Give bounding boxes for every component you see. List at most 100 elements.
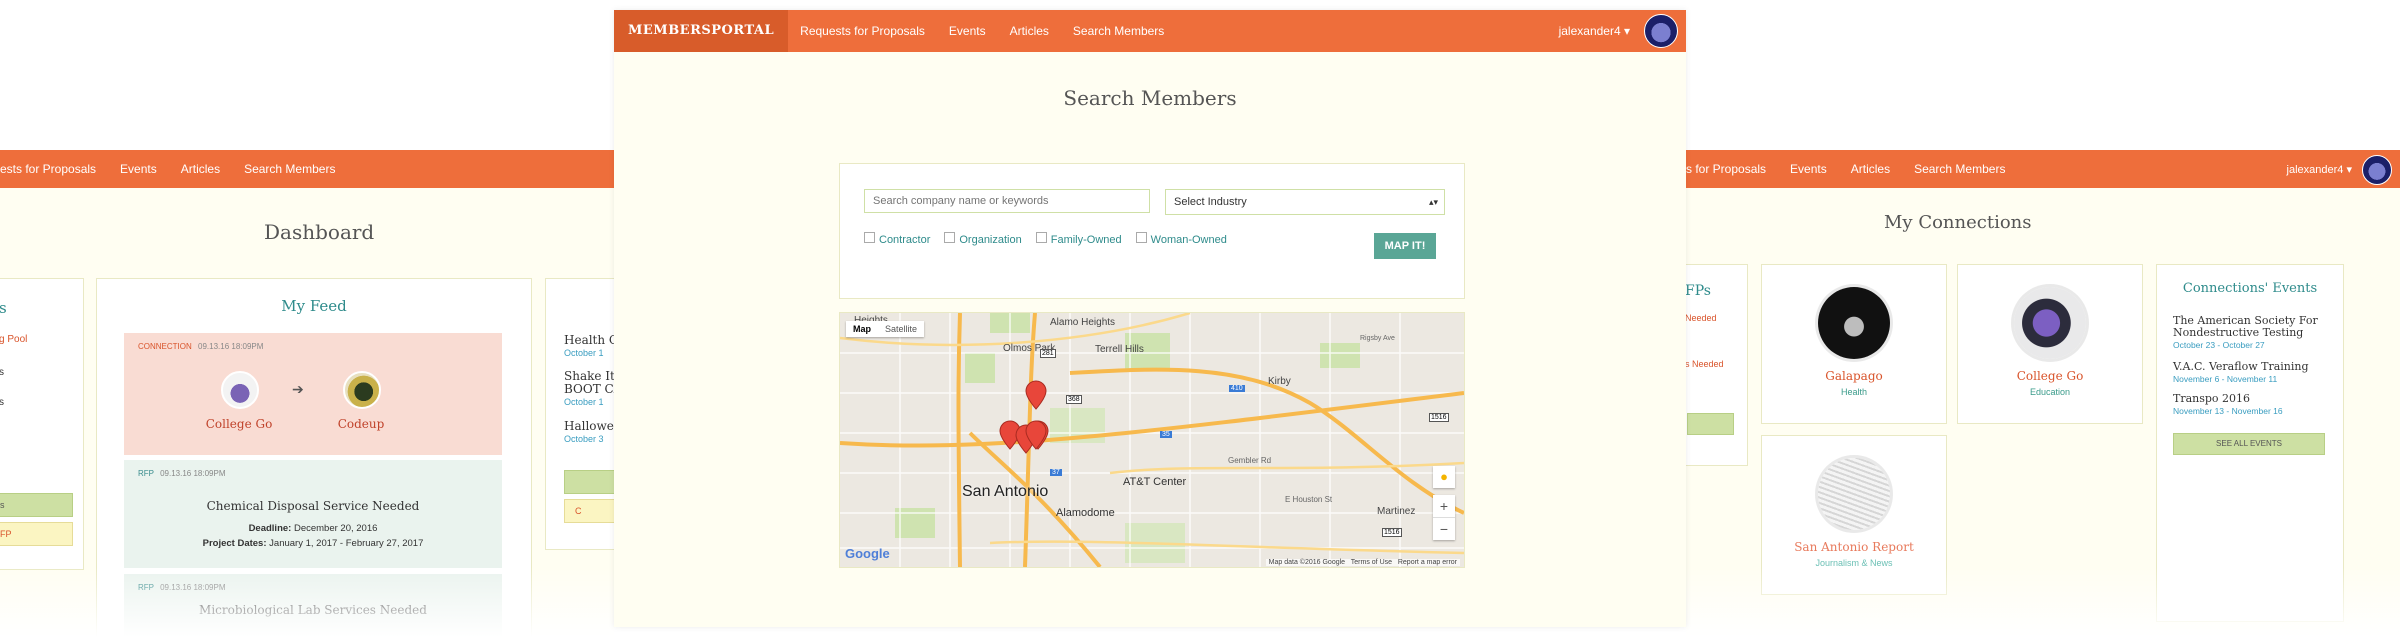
nav-search-members-link[interactable]: Search Members [1914, 162, 2005, 176]
feed-item-date: 09.13.16 18:09PM [160, 469, 226, 478]
deadline-value: December 20, 2016 [293, 523, 378, 534]
nav-events-link[interactable]: Events [120, 162, 157, 176]
nav-events-link[interactable]: Events [949, 24, 986, 38]
user-menu[interactable]: jalexander4 ▾ [2287, 163, 2352, 176]
feed-item-date: 09.13.16 18:09PM [160, 583, 226, 592]
terms-link[interactable]: Terms of Use [1351, 559, 1392, 566]
page-title: Search Members [1063, 86, 1237, 110]
select-arrows-icon: ▴▾ [1428, 197, 1438, 207]
connection-card[interactable]: Galapago Health [1761, 264, 1947, 424]
connections-screen: s for Proposals Events Articles Search M… [1686, 150, 2400, 637]
event-date: October 3 [564, 434, 604, 444]
checkbox[interactable] [1035, 232, 1047, 243]
checkbox[interactable] [1135, 232, 1147, 243]
connection-category: Journalism & News [1815, 558, 1893, 568]
column-item[interactable]: s [0, 367, 4, 378]
connection-name[interactable]: Galapago [1762, 369, 1946, 383]
column-item[interactable]: s Needed [1686, 359, 1724, 369]
event-title[interactable]: Shake It [564, 369, 614, 383]
map-canvas[interactable] [840, 313, 1464, 567]
map-view[interactable]: Heights Alamo Heights Olmos Park Terrell… [839, 312, 1465, 568]
nav-articles-link[interactable]: Articles [1010, 24, 1049, 38]
avatar[interactable] [1644, 14, 1678, 48]
feed-item-type: RFP [138, 583, 154, 592]
avatar [343, 371, 381, 409]
event-title[interactable]: Transpo 2016 [2173, 392, 2333, 405]
nav-search-members-link[interactable]: Search Members [244, 162, 335, 176]
column-title: FPs [1686, 283, 1711, 299]
pegman-icon[interactable]: ● [1433, 466, 1455, 488]
checkbox[interactable] [864, 232, 875, 243]
map-type-control: Map Satellite [846, 321, 925, 337]
feed-rfp-item[interactable]: RFP 09.13.16 18:09PM Chemical Disposal S… [124, 460, 502, 568]
avatar[interactable] [2362, 155, 2392, 185]
event-title[interactable]: V.A.C. Veraflow Training [2173, 360, 2333, 373]
events-title: Connections' Events [2182, 281, 2318, 296]
event-title[interactable]: The American Society For Nondestructive … [2173, 315, 2333, 339]
rfp-title[interactable]: Chemical Disposal Service Needed [124, 499, 502, 513]
nav-search-members-link[interactable]: Search Members [1073, 24, 1164, 38]
nav-events-link[interactable]: Events [1790, 162, 1827, 176]
connection-name[interactable]: San Antonio Report [1762, 540, 1946, 554]
feed-rfp-item[interactable]: RFP 09.13.16 18:09PM Microbiological Lab… [124, 574, 502, 637]
zoom-out-icon[interactable]: − [1433, 518, 1455, 540]
map-footer: Map data ©2016 Google Terms of Use Repor… [1265, 559, 1460, 566]
highway-shield: 368 [1066, 395, 1082, 404]
map-it-button[interactable]: MAP IT! [1374, 233, 1436, 259]
my-feed-card: My Feed CONNECTION 09.13.16 18:09PM ➔ Co… [96, 278, 532, 637]
industry-select[interactable]: Select Industry ▴▾ [1165, 189, 1445, 215]
map-tab[interactable]: Map [846, 321, 878, 337]
zoom-in-icon[interactable]: + [1433, 495, 1455, 518]
satellite-tab[interactable]: Satellite [878, 321, 924, 337]
map-label: E Houston St [1285, 495, 1333, 504]
events-card: Health C October 1 Shake It BOOT CA Octo… [545, 278, 614, 550]
filter-woman-owned[interactable]: Woman-Owned [1135, 232, 1227, 246]
event-title[interactable]: BOOT CA [564, 382, 614, 396]
highway-shield: 281 [1040, 349, 1056, 358]
event-title[interactable]: Health C [564, 333, 614, 347]
deadline-label: Deadline: [248, 523, 292, 534]
avatar [1818, 287, 1890, 359]
highway-shield: 37 [1050, 469, 1062, 476]
user-menu[interactable]: jalexander4 ▾ [1559, 24, 1630, 38]
nav-rfp-link[interactable]: s for Proposals [1686, 162, 1766, 176]
filter-organization[interactable]: Organization [944, 232, 1022, 246]
rfp-column-card: s g Pool s s s FP [0, 278, 84, 570]
nav-rfp-link[interactable]: ests for Proposals [0, 162, 96, 176]
see-all-events-button[interactable] [564, 470, 614, 494]
feed-item-type: CONNECTION [138, 342, 192, 351]
see-all-events-button[interactable]: SEE ALL EVENTS [2173, 433, 2325, 455]
post-rfp-button[interactable]: FP [0, 522, 73, 546]
connection-from-link[interactable]: College Go [194, 417, 284, 431]
feed-item-date: 09.13.16 18:09PM [198, 342, 264, 351]
search-input[interactable] [864, 189, 1150, 213]
see-all-button[interactable]: s [0, 493, 73, 517]
see-all-button[interactable] [1687, 413, 1734, 435]
rfp-title[interactable]: Microbiological Lab Services Needed [124, 603, 502, 617]
checkbox[interactable] [944, 232, 956, 243]
column-item[interactable]: s [0, 397, 4, 408]
connection-name[interactable]: College Go [1958, 369, 2142, 383]
column-item[interactable]: Needed [1686, 313, 1717, 323]
nav-rfp-link[interactable]: Requests for Proposals [800, 24, 925, 38]
connection-to-link[interactable]: Codeup [316, 417, 406, 431]
page-title: My Connections [1884, 212, 2032, 233]
connection-card[interactable]: San Antonio Report Journalism & News [1761, 435, 1947, 595]
connection-card[interactable]: College Go Education [1957, 264, 2143, 424]
brand-logo[interactable]: MEMBERSPORTAL [614, 10, 789, 52]
post-event-button[interactable]: C [564, 499, 614, 523]
feed-connection-item[interactable]: CONNECTION 09.13.16 18:09PM ➔ College Go… [124, 333, 502, 455]
map-label: Rigsby Ave [1360, 335, 1395, 342]
highway-shield: 1516 [1382, 528, 1402, 537]
event-title[interactable]: Hallowe [564, 419, 614, 433]
connections-navbar: s for Proposals Events Articles Search M… [1686, 150, 2400, 188]
highway-shield: 1516 [1429, 413, 1449, 422]
event-date: November 6 - November 11 [2173, 374, 2278, 384]
filter-family-owned[interactable]: Family-Owned [1035, 232, 1122, 246]
column-item[interactable]: g Pool [0, 334, 27, 345]
page-title: Dashboard [264, 220, 375, 244]
filter-contractor[interactable]: Contractor [864, 232, 930, 246]
nav-articles-link[interactable]: Articles [1851, 162, 1890, 176]
report-error-link[interactable]: Report a map error [1398, 559, 1457, 566]
nav-articles-link[interactable]: Articles [181, 162, 220, 176]
